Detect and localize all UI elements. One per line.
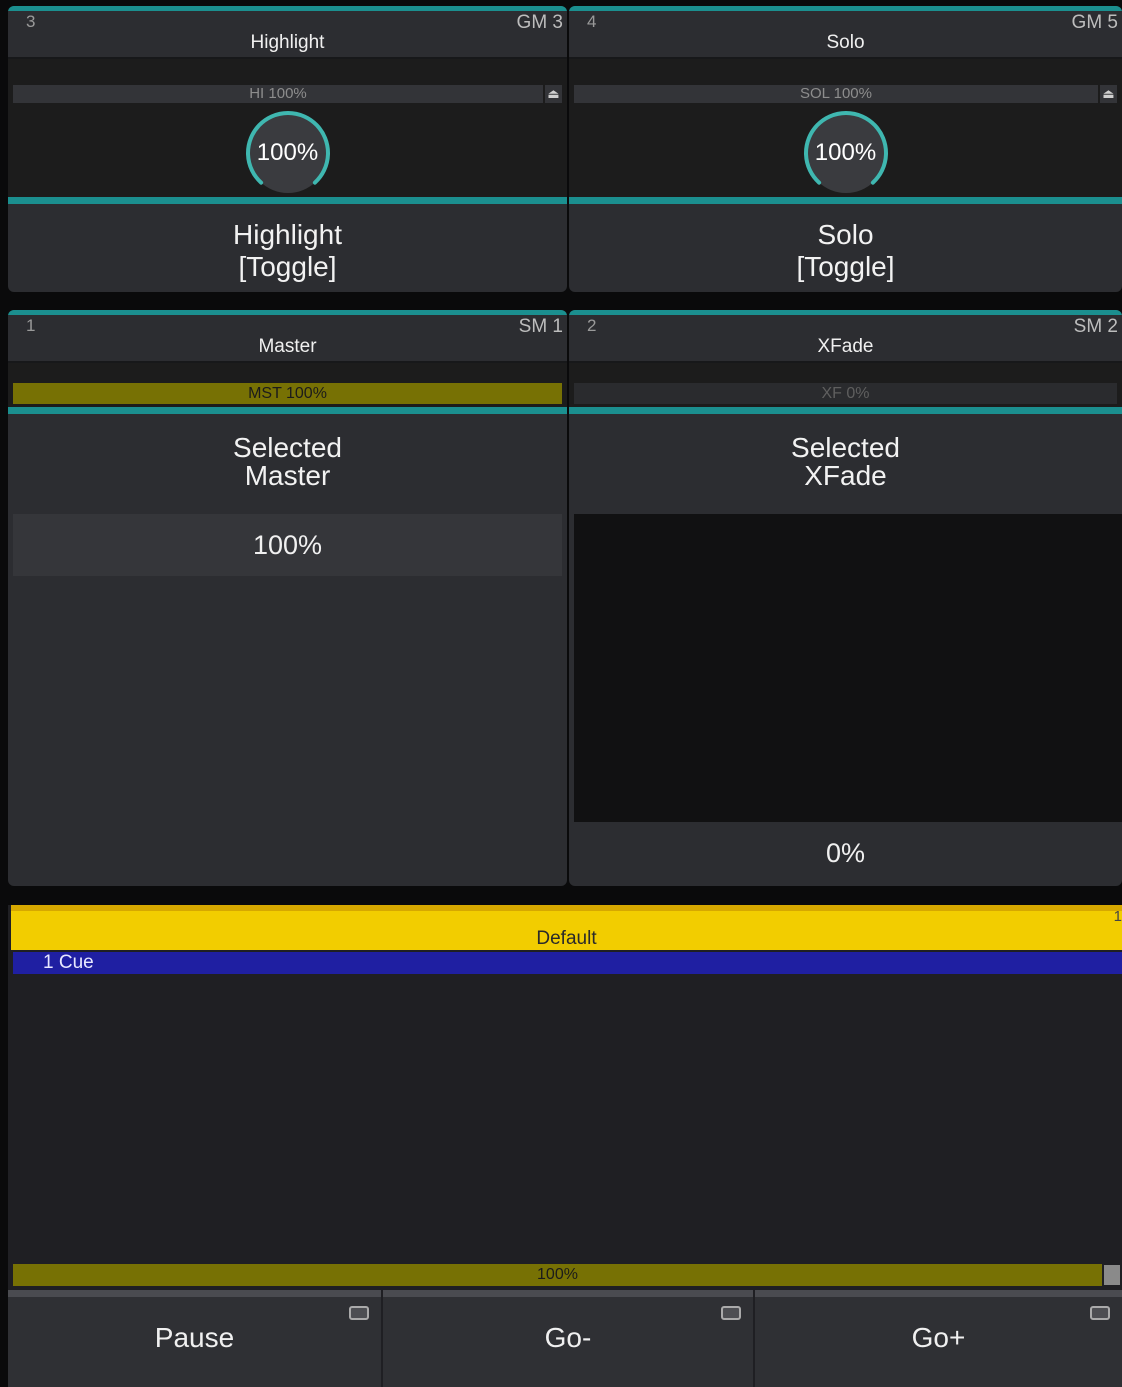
executor-highlight: 3 GM 3 Highlight HI 100% ⏏ 100% Highligh… bbox=[8, 6, 567, 292]
go-plus-button[interactable]: Go+ bbox=[755, 1290, 1122, 1387]
eject-icon[interactable]: ⏏ bbox=[1100, 85, 1117, 103]
level-bar[interactable]: XF 0% bbox=[574, 383, 1117, 404]
executor-xfade: 2 SM 2 XFade XF 0% Selected XFade 0% bbox=[569, 310, 1122, 886]
executor-header[interactable]: 3 GM 3 Highlight bbox=[8, 11, 567, 59]
button-line-2: [Toggle] bbox=[796, 251, 895, 282]
master-fader[interactable]: 100% bbox=[13, 514, 562, 576]
level-bar[interactable]: MST 100% bbox=[13, 383, 562, 404]
executor-divider bbox=[8, 407, 567, 414]
level-bar[interactable]: SOL 100% bbox=[574, 85, 1098, 103]
executor-divider bbox=[8, 197, 567, 204]
executor-title: Master bbox=[258, 336, 317, 357]
executor-title: Solo bbox=[826, 32, 865, 53]
executor-header[interactable]: 1 SM 1 Master bbox=[8, 315, 567, 363]
led-indicator-icon bbox=[721, 1306, 741, 1320]
executor-number: 2 bbox=[587, 316, 597, 335]
pause-button[interactable]: Pause bbox=[8, 1290, 381, 1387]
level-bar-handle[interactable] bbox=[1104, 1265, 1120, 1285]
executor-header[interactable]: 2 SM 2 XFade bbox=[569, 315, 1122, 363]
cue-row[interactable]: 1 Cue bbox=[13, 952, 1122, 974]
selected-xfade-button[interactable]: Selected XFade bbox=[569, 414, 1122, 512]
executor-title: XFade bbox=[817, 336, 874, 357]
executor-level-area: SOL 100% ⏏ 100% bbox=[569, 59, 1122, 199]
button-line-2: XFade bbox=[804, 460, 887, 491]
button-line-2: [Toggle] bbox=[238, 251, 337, 282]
executor-id: GM 5 bbox=[1071, 12, 1118, 33]
executor-id: SM 1 bbox=[518, 316, 563, 337]
xfade-value: 0% bbox=[825, 838, 866, 868]
executor-id: SM 2 bbox=[1073, 316, 1118, 337]
executor-master: 1 SM 1 Master MST 100% Selected Master 1… bbox=[8, 310, 567, 886]
button-line-1: Solo bbox=[817, 219, 874, 250]
toggle-button-solo[interactable]: Solo [Toggle] bbox=[569, 204, 1122, 292]
led-indicator-icon bbox=[349, 1306, 369, 1320]
executor-header[interactable]: 4 GM 5 Solo bbox=[569, 11, 1122, 59]
knob-value: 100% bbox=[814, 139, 877, 166]
button-line-1: Highlight bbox=[233, 219, 342, 250]
executor-divider bbox=[569, 407, 1122, 414]
knob-value: 100% bbox=[256, 139, 319, 166]
executor-divider bbox=[569, 197, 1122, 204]
sequence-header[interactable]: 1 Default bbox=[11, 905, 1122, 950]
selected-master-button[interactable]: Selected Master bbox=[8, 414, 567, 512]
button-line-2: Master bbox=[244, 460, 331, 491]
xfade-fader[interactable] bbox=[574, 514, 1122, 822]
executor-level-area: HI 100% ⏏ 100% bbox=[8, 59, 567, 199]
button-label: Go- bbox=[544, 1322, 592, 1353]
executor-number: 4 bbox=[587, 12, 597, 31]
executor-number: 1 bbox=[26, 316, 36, 335]
sequence-executor: 1 Default 1 Cue 100% Pause Go- Go+ bbox=[8, 905, 1122, 1387]
button-label: Go+ bbox=[911, 1322, 966, 1353]
level-bar[interactable]: HI 100% bbox=[13, 85, 543, 103]
sequence-title: Default bbox=[536, 928, 597, 949]
button-label: Pause bbox=[154, 1322, 235, 1353]
level-knob[interactable]: 100% bbox=[802, 109, 890, 197]
toggle-button-highlight[interactable]: Highlight [Toggle] bbox=[8, 204, 567, 292]
eject-icon[interactable]: ⏏ bbox=[545, 85, 562, 103]
executor-level-area: MST 100% bbox=[8, 363, 567, 408]
level-knob[interactable]: 100% bbox=[244, 109, 332, 197]
sequence-level-bar[interactable]: 100% bbox=[13, 1264, 1102, 1286]
led-indicator-icon bbox=[1090, 1306, 1110, 1320]
executor-id: GM 3 bbox=[516, 12, 563, 33]
executor-title: Highlight bbox=[250, 32, 325, 53]
executor-solo: 4 GM 5 Solo SOL 100% ⏏ 100% Solo [Toggle… bbox=[569, 6, 1122, 292]
go-minus-button[interactable]: Go- bbox=[383, 1290, 753, 1387]
executor-number: 3 bbox=[26, 12, 36, 31]
executor-level-area: XF 0% bbox=[569, 363, 1122, 408]
sequence-number: 1 bbox=[1113, 908, 1122, 925]
